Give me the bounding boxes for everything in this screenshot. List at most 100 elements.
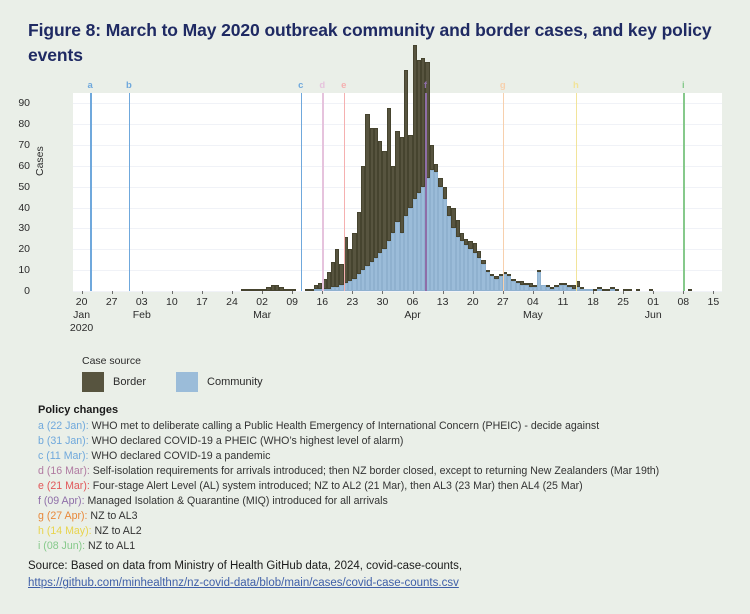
- x-tick-label: 23: [346, 296, 359, 308]
- x-tick: [232, 291, 234, 294]
- legend-label: Border: [113, 376, 147, 388]
- x-tick: [352, 291, 354, 294]
- x-month-label: Jan: [73, 309, 91, 321]
- event-label-d: d: [319, 80, 326, 91]
- x-tick-label: 20: [466, 296, 479, 308]
- event-line-e: [343, 93, 346, 291]
- x-tick: [532, 291, 534, 294]
- event-line-f: [425, 93, 427, 291]
- y-tick-label: 90: [18, 97, 30, 110]
- bar-segment-border: [434, 163, 439, 173]
- policy-item: d (16 Mar): Self-isolation requirements …: [38, 464, 738, 479]
- x-month-label: Jun: [644, 309, 662, 321]
- policy-item-key: i (08 Jun):: [38, 540, 86, 553]
- policy-item-text: NZ to AL2: [91, 525, 142, 538]
- policy-item: i (08 Jun): NZ to AL1: [38, 539, 738, 554]
- x-tick: [201, 291, 203, 294]
- x-tick-label: 04: [527, 296, 539, 308]
- source-note: Source: Based on data from Ministry of H…: [28, 558, 728, 593]
- x-tick: [653, 291, 655, 294]
- policy-changes-block: Policy changes a (22 Jan): WHO met to de…: [38, 404, 738, 554]
- event-label-i: i: [681, 80, 685, 91]
- event-line-h: [575, 93, 578, 291]
- y-tick-label: 60: [18, 159, 30, 172]
- x-tick-label: 30: [376, 296, 389, 308]
- source-link[interactable]: https://github.com/minhealthnz/nz-covid-…: [28, 577, 459, 589]
- bar-segment-border: [537, 270, 542, 273]
- event-line-g: [502, 93, 505, 291]
- event-label-c: c: [298, 80, 304, 91]
- event-label-a: a: [87, 80, 93, 91]
- y-tick-label: 70: [18, 139, 30, 152]
- policy-changes-list: a (22 Jan): WHO met to deliberate callin…: [38, 419, 738, 554]
- event-label-g: g: [499, 80, 506, 91]
- policy-item-key: h (14 May):: [38, 525, 92, 538]
- policy-changes-heading: Policy changes: [38, 404, 119, 416]
- policy-item-key: g (27 Apr):: [38, 510, 88, 523]
- bar-segment-border: [481, 259, 486, 264]
- x-month-label: Feb: [132, 309, 151, 321]
- x-tick: [412, 291, 414, 294]
- event-label-h: h: [572, 80, 579, 91]
- x-tick-label: 16: [316, 296, 329, 308]
- event-line-c: [300, 93, 303, 291]
- bar-segment-border: [485, 270, 490, 273]
- event-label-b: b: [125, 80, 132, 91]
- policy-item-key: a (22 Jan):: [38, 420, 89, 432]
- policy-item-text: Self-isolation requirements for arrivals…: [89, 465, 660, 478]
- x-tick-label: 06: [406, 296, 419, 308]
- policy-item-text: Four-stage Alert Level (AL) system intro…: [89, 480, 583, 493]
- legend-swatch: [176, 372, 199, 392]
- bar-segment-border: [477, 251, 482, 258]
- y-tick-label: 30: [18, 222, 30, 235]
- policy-item: g (27 Apr): NZ to AL3: [38, 509, 738, 524]
- policy-item-key: f (09 Apr):: [38, 495, 85, 508]
- policy-item-text: WHO declared COVID-19 a PHEIC (WHO’s hig…: [88, 435, 404, 448]
- y-tick-label: 10: [18, 264, 30, 277]
- event-line-i: [683, 93, 685, 291]
- policy-item: h (14 May): NZ to AL2: [38, 524, 738, 539]
- x-tick: [683, 291, 685, 294]
- x-tick-label: 13: [436, 296, 449, 308]
- y-tick-label: 80: [18, 118, 30, 131]
- plot-panel: a b c d e f g h i: [73, 45, 722, 292]
- x-tick: [81, 291, 83, 294]
- legend-item-border: Border: [82, 372, 146, 392]
- bar-segment-border: [442, 186, 447, 200]
- x-tick: [262, 291, 264, 294]
- x-axis: 20 Jan 2020 27 03 Feb 10 17 24 02 Mar 09 16 23 30 06 Apr…: [70, 291, 722, 341]
- legend-label: Community: [207, 376, 263, 388]
- policy-item: a (22 Jan): WHO met to deliberate callin…: [38, 419, 738, 434]
- x-tick: [292, 291, 294, 294]
- page-title: Figure 8: March to May 2020 outbreak com…: [28, 20, 712, 66]
- y-tick-label: 20: [18, 243, 30, 256]
- policy-item: f (09 Apr): Managed Isolation & Quaranti…: [38, 494, 738, 509]
- event-line-a: [90, 93, 92, 291]
- x-tick: [593, 291, 595, 294]
- x-tick: [171, 291, 173, 294]
- x-tick-label: 08: [677, 296, 690, 308]
- x-tick: [502, 291, 504, 294]
- event-label-f: f: [423, 80, 428, 91]
- x-tick: [713, 291, 715, 294]
- x-tick: [382, 291, 384, 294]
- x-tick-label: 03: [135, 296, 148, 308]
- y-tick-label: 0: [24, 285, 30, 297]
- legend-item-community: Community: [176, 372, 263, 392]
- policy-item: e (21 Mar): Four-stage Alert Level (AL) …: [38, 479, 738, 494]
- policy-item-key: d (16 Mar):: [38, 465, 90, 478]
- policy-item: b (31 Jan): WHO declared COVID-19 a PHEI…: [38, 434, 738, 449]
- bar-series: [73, 45, 722, 291]
- x-tick: [472, 291, 474, 294]
- x-month-label: Mar: [253, 309, 272, 321]
- x-tick-label: 11: [557, 296, 569, 308]
- event-line-b: [128, 93, 131, 291]
- x-tick-label: 25: [617, 296, 629, 308]
- policy-item-key: e (21 Mar):: [38, 480, 90, 493]
- policy-item-key: b (31 Jan):: [38, 435, 89, 448]
- source-text: Source: Based on data from Ministry of H…: [28, 560, 463, 572]
- x-tick: [322, 291, 324, 294]
- x-tick: [442, 291, 444, 294]
- policy-item-text: NZ to AL1: [85, 540, 136, 553]
- y-tick-label: 40: [18, 201, 30, 214]
